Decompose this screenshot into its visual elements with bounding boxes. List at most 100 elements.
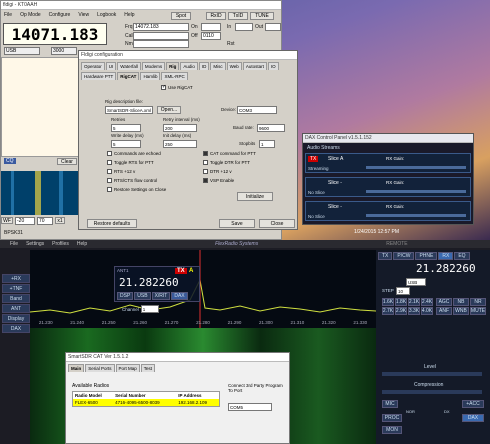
menu-op-mode[interactable]: Op Mode <box>20 12 41 18</box>
in-field[interactable] <box>235 23 253 31</box>
tab-xmlrpc[interactable]: XML-RPC <box>161 72 188 80</box>
port-select[interactable]: COM5 <box>228 403 272 411</box>
display-button[interactable]: Display <box>2 314 30 323</box>
wf-range-field[interactable]: 70 <box>37 216 53 225</box>
step-field[interactable]: 10 <box>396 287 410 295</box>
filter-button[interactable]: 2.1K <box>408 298 420 306</box>
flex-menu-settings[interactable]: Settings <box>26 241 44 247</box>
channel-select[interactable]: 1 <box>140 305 159 313</box>
right-mode-select[interactable]: USB <box>406 278 426 286</box>
opt-rts-12v[interactable]: RTS +12 v <box>107 169 166 174</box>
filter-button[interactable]: 4.0K <box>421 307 433 315</box>
dax-gain-slider[interactable] <box>366 166 466 169</box>
init-delay-field[interactable]: 250 <box>163 140 197 148</box>
tab-audio[interactable]: Audio <box>180 62 198 70</box>
tab-ui[interactable]: UI <box>105 62 117 70</box>
mic-select[interactable]: MIC <box>382 400 398 408</box>
tab-tx[interactable]: TX <box>378 252 393 260</box>
tab-eq[interactable]: EQ <box>454 252 470 260</box>
opt-restore-settings-checkbox[interactable] <box>107 187 112 192</box>
opt-rts-cts-checkbox[interactable] <box>107 178 112 183</box>
rx-text-pane[interactable] <box>1 57 79 157</box>
write-delay-field[interactable]: 5 <box>111 140 141 148</box>
call-field[interactable] <box>133 32 189 40</box>
menu-file[interactable]: File <box>4 12 12 18</box>
add-rx-button[interactable]: +RX <box>2 274 30 283</box>
dax-gain-slider[interactable] <box>366 214 466 217</box>
right-frequency[interactable]: 21.282260 <box>416 262 476 275</box>
tab-serial-ports[interactable]: Serial Ports <box>85 364 115 372</box>
device-select[interactable]: COM3 <box>237 106 277 114</box>
txid-button[interactable]: TxID <box>228 12 248 20</box>
tab-rx[interactable]: RX <box>438 252 454 260</box>
dax-button[interactable]: DAX <box>462 414 484 422</box>
opt-restore-settings[interactable]: Restore Settings on Close <box>107 187 166 192</box>
retry-interval-field[interactable]: 200 <box>163 124 197 132</box>
clear-button[interactable]: Clear <box>57 158 77 165</box>
filter-button[interactable]: 1.6K <box>382 298 394 306</box>
tab-test[interactable]: Test <box>140 364 156 372</box>
opt-vsp-enable[interactable]: VSP Enable <box>203 178 256 183</box>
nr-button[interactable]: NR <box>470 298 486 306</box>
nb-button[interactable]: NB <box>453 298 469 306</box>
menu-help[interactable]: Help <box>124 12 134 18</box>
initialize-button[interactable]: Initialize <box>237 192 273 201</box>
tab-web[interactable]: Web <box>226 62 242 70</box>
slice-dax-button[interactable]: DAX <box>171 292 188 300</box>
frequency-display[interactable]: 14071.183 <box>3 23 107 45</box>
add-tnf-button[interactable]: +TNF <box>2 284 30 293</box>
opt-rts-cts[interactable]: RTS/CTS flow control <box>107 178 166 183</box>
mute-button[interactable]: MUTE <box>470 307 486 315</box>
flex-menu-profiles[interactable]: Profiles <box>52 241 69 247</box>
opt-cat-ptt-checkbox[interactable] <box>203 151 208 156</box>
tune-button[interactable]: TUNE <box>250 12 274 20</box>
opt-commands-echoed[interactable]: Commands are echoed <box>107 151 166 156</box>
fldigi-waterfall[interactable] <box>1 171 81 215</box>
fldigi-titlebar[interactable]: fldigi - KT0AAH <box>1 1 281 10</box>
flex-menu-help[interactable]: Help <box>77 241 87 247</box>
filter-button[interactable]: 2.4K <box>421 298 433 306</box>
opt-toggle-rts-checkbox[interactable] <box>107 160 112 165</box>
dax-titlebar[interactable]: DAX Control Panel v1.5.1.152 <box>303 134 473 143</box>
close-button[interactable]: Close <box>259 219 295 228</box>
agc-button[interactable]: AGC <box>436 298 452 306</box>
opt-vsp-enable-checkbox[interactable] <box>203 178 208 183</box>
dax-gain-slider[interactable] <box>366 190 466 193</box>
panadapter[interactable]: ANT1 TX A 21.282260 DSP USB X/RIT DAX Ch… <box>29 250 377 328</box>
off-field[interactable]: 0110 <box>201 32 221 40</box>
config-titlebar[interactable]: Fldigi configuration <box>79 51 297 60</box>
opt-toggle-dtr[interactable]: Toggle DTR for PTT <box>203 160 256 165</box>
menu-configure[interactable]: Configure <box>49 12 71 18</box>
tab-phne[interactable]: PHNE <box>415 252 438 260</box>
filter-button[interactable]: 3.3K <box>408 307 420 315</box>
flex-menu-file[interactable]: File <box>10 241 18 247</box>
band-button[interactable]: Band <box>2 294 30 303</box>
opt-dtr-12v[interactable]: DTR +12 v <box>203 169 256 174</box>
rxid-button[interactable]: RxID <box>206 12 226 20</box>
rig-desc-field[interactable]: SmartSDR-SliceA.xml <box>105 106 153 114</box>
menu-logbook[interactable]: Logbook <box>97 12 116 18</box>
mon-button[interactable]: MON <box>382 426 402 434</box>
tab-id[interactable]: ID <box>198 62 210 70</box>
use-rigcat-checkbox[interactable]: ✓ <box>161 84 166 90</box>
tab-pcw[interactable]: P/CW <box>393 252 415 260</box>
tab-misc[interactable]: Misc <box>210 62 226 70</box>
opt-dtr-12v-checkbox[interactable] <box>203 169 208 174</box>
filter-button[interactable]: 2.9K <box>395 307 407 315</box>
filter-button[interactable]: 2.7K <box>382 307 394 315</box>
frq-field[interactable]: 14072.183 <box>133 23 189 31</box>
filter-button[interactable]: 1.8K <box>395 298 407 306</box>
tab-modems[interactable]: Modems <box>141 62 166 70</box>
tab-rigcat[interactable]: RigCAT <box>117 72 140 80</box>
tab-operator[interactable]: Operator <box>81 62 105 70</box>
acc-button[interactable]: +ACC <box>462 400 484 408</box>
proc-button[interactable]: PROC <box>382 414 402 422</box>
retries-field[interactable]: 5 <box>111 124 141 132</box>
slice-frequency[interactable]: 21.282260 <box>119 276 179 289</box>
filter-select[interactable]: 3000 <box>51 47 77 55</box>
wnb-button[interactable]: WNB <box>453 307 469 315</box>
cat-titlebar[interactable]: SmartSDR CAT Ver 1.5.1.2 <box>66 353 289 362</box>
slice-xrit-button[interactable]: X/RIT <box>151 292 171 300</box>
open-button[interactable]: Open... <box>157 106 181 114</box>
tab-rig[interactable]: Rig <box>166 62 180 70</box>
